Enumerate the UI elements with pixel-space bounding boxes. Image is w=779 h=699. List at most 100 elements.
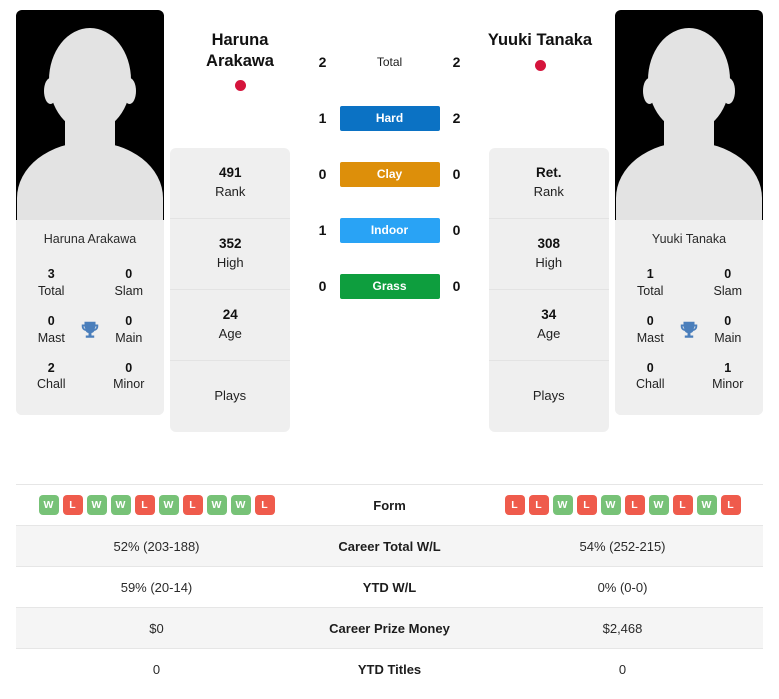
title-label: Total bbox=[637, 283, 664, 298]
title-stat-mast: 0 Mast bbox=[28, 313, 75, 347]
right-career-wl: 54% (252-215) bbox=[579, 538, 666, 554]
rank-label: Plays bbox=[532, 388, 565, 404]
name-line-1: Yuuki Tanaka bbox=[487, 31, 593, 49]
title-value: 3 bbox=[47, 267, 55, 281]
right-form-strip: LLWLWLWLWL bbox=[482, 495, 763, 515]
title-stat-mast: 0 Mast bbox=[627, 313, 674, 347]
left-ytd-titles: 0 bbox=[152, 661, 161, 677]
avatar-body-shape bbox=[616, 142, 762, 220]
avatar-ear-right bbox=[722, 78, 735, 104]
title-value: 0 bbox=[646, 313, 654, 328]
right-player-name-heading[interactable]: Yuuki Tanaka bbox=[455, 30, 625, 71]
stats-comparison-table: WLWWLWLWWL Form LLWLWLWLWL 52% (203-188)… bbox=[16, 484, 763, 690]
avatar-ear-left bbox=[643, 78, 656, 104]
title-value: 0 bbox=[47, 313, 55, 328]
titles-row: 0 Mast 0 Main bbox=[621, 306, 757, 353]
right-player-rank-card: Ret. Rank 308 High 34 Age Plays bbox=[488, 148, 609, 432]
rank-value: Ret. bbox=[535, 165, 562, 181]
title-stat-main: 0 Main bbox=[705, 313, 752, 347]
table-row-form: WLWWLWLWWL Form LLWLWLWLWL bbox=[16, 484, 763, 526]
avatar-ear-right bbox=[123, 78, 136, 104]
title-stat-slam: 0 Slam bbox=[106, 266, 153, 300]
comparison-header-area: Haruna Arakawa 3 Total 0 Slam 0 Mast 0 M… bbox=[0, 0, 779, 480]
h2h-left-score: 0 bbox=[318, 278, 327, 294]
h2h-row-clay: 0 Clay 0 bbox=[297, 146, 483, 202]
form-badge-loss: L bbox=[624, 495, 645, 515]
left-player-avatar-column: Haruna Arakawa 3 Total 0 Slam 0 Mast 0 M… bbox=[16, 10, 164, 416]
rank-cell-plays: Plays bbox=[170, 361, 290, 432]
left-player-card[interactable]: Haruna Arakawa 3 Total 0 Slam 0 Mast 0 M… bbox=[16, 10, 164, 416]
title-label: Chall bbox=[636, 377, 665, 392]
right-player-titles-grid: 1 Total 0 Slam 0 Mast 0 Main 0 Chall 1 M… bbox=[615, 257, 763, 416]
title-stat-total: 1 Total bbox=[627, 266, 674, 300]
rank-cell-rank: 491 Rank bbox=[170, 148, 291, 219]
form-badge-win: W bbox=[600, 495, 621, 515]
avatar-ear-left bbox=[44, 78, 57, 104]
titles-row: 3 Total 0 Slam bbox=[22, 259, 158, 306]
row-label-ytd-wl: YTD W/L bbox=[362, 579, 417, 595]
row-label-ytd-titles: YTD Titles bbox=[357, 661, 422, 677]
rank-value: 352 bbox=[218, 236, 242, 252]
player-comparison-page: Haruna Arakawa 3 Total 0 Slam 0 Mast 0 M… bbox=[0, 0, 779, 699]
right-player-card[interactable]: Yuuki Tanaka 1 Total 0 Slam 0 Mast 0 Mai… bbox=[615, 10, 763, 416]
h2h-row-grass: 0 Grass 0 bbox=[297, 258, 483, 314]
title-value: 0 bbox=[724, 313, 732, 328]
title-label: Main bbox=[115, 330, 143, 345]
right-ytd-wl: 0% (0-0) bbox=[597, 579, 648, 595]
row-label-career-prize: Career Prize Money bbox=[329, 620, 450, 636]
rank-label: Age bbox=[537, 326, 561, 342]
title-value: 0 bbox=[125, 360, 133, 375]
title-stat-minor: 0 Minor bbox=[106, 360, 153, 394]
form-badge-loss: L bbox=[134, 495, 155, 515]
rank-cell-age: 24 Age bbox=[170, 290, 291, 361]
title-value: 0 bbox=[646, 360, 654, 375]
titles-row: 0 Chall 1 Minor bbox=[621, 353, 757, 400]
rank-label: Rank bbox=[533, 184, 564, 200]
surface-badge-grass[interactable]: Grass bbox=[339, 273, 440, 299]
title-value: 1 bbox=[724, 360, 732, 375]
left-player-avatar-photo bbox=[16, 10, 164, 220]
rank-label: High bbox=[535, 255, 563, 271]
rank-label: Plays bbox=[214, 388, 247, 404]
surface-badge-clay[interactable]: Clay bbox=[339, 161, 440, 187]
left-ytd-wl: 59% (20-14) bbox=[120, 579, 193, 595]
form-badge-win: W bbox=[206, 495, 227, 515]
surface-badge-hard[interactable]: Hard bbox=[339, 105, 440, 131]
form-badge-win: W bbox=[110, 495, 131, 515]
h2h-row-hard: 1 Hard 2 bbox=[297, 90, 483, 146]
table-row-ytd-titles: 0 YTD Titles 0 bbox=[16, 648, 763, 690]
title-label: Mast bbox=[37, 330, 65, 345]
right-ytd-titles: 0 bbox=[618, 661, 627, 677]
rank-cell-high: 352 High bbox=[170, 219, 291, 290]
form-badge-win: W bbox=[38, 495, 59, 515]
form-badge-win: W bbox=[648, 495, 669, 515]
h2h-right-score: 2 bbox=[452, 110, 461, 126]
right-player-avatar-caption: Yuuki Tanaka bbox=[615, 220, 763, 257]
form-badge-loss: L bbox=[254, 495, 275, 515]
name-line-2: Arakawa bbox=[206, 51, 274, 70]
rank-label: Age bbox=[218, 326, 242, 342]
right-form-cell: LLWLWLWLWL bbox=[482, 485, 763, 526]
title-label: Main bbox=[714, 330, 742, 345]
title-value: 1 bbox=[646, 267, 654, 281]
rank-value: 491 bbox=[218, 165, 242, 181]
form-badge-win: W bbox=[552, 495, 573, 515]
rank-value: 308 bbox=[537, 236, 561, 252]
title-label: Total bbox=[38, 283, 65, 298]
form-badge-loss: L bbox=[62, 495, 83, 515]
rank-cell-plays: Plays bbox=[489, 361, 609, 432]
titles-row: 0 Mast 0 Main bbox=[22, 306, 158, 353]
titles-row: 1 Total 0 Slam bbox=[621, 259, 757, 306]
rank-cell-rank: Ret. Rank bbox=[488, 148, 609, 219]
h2h-total-label: Total bbox=[376, 55, 403, 69]
flag-dot-japan-icon bbox=[234, 80, 246, 92]
form-badge-win: W bbox=[86, 495, 107, 515]
left-form-strip: WLWWLWLWWL bbox=[16, 495, 297, 515]
right-player-avatar-column: Yuuki Tanaka 1 Total 0 Slam 0 Mast 0 Mai… bbox=[615, 10, 763, 416]
surface-badge-indoor[interactable]: Indoor bbox=[339, 217, 440, 243]
row-label-form: Form bbox=[373, 497, 406, 513]
title-label: Minor bbox=[712, 377, 744, 392]
left-player-name-heading[interactable]: Haruna Arakawa bbox=[155, 30, 325, 92]
title-label: Mast bbox=[636, 330, 664, 345]
form-badge-loss: L bbox=[672, 495, 693, 515]
